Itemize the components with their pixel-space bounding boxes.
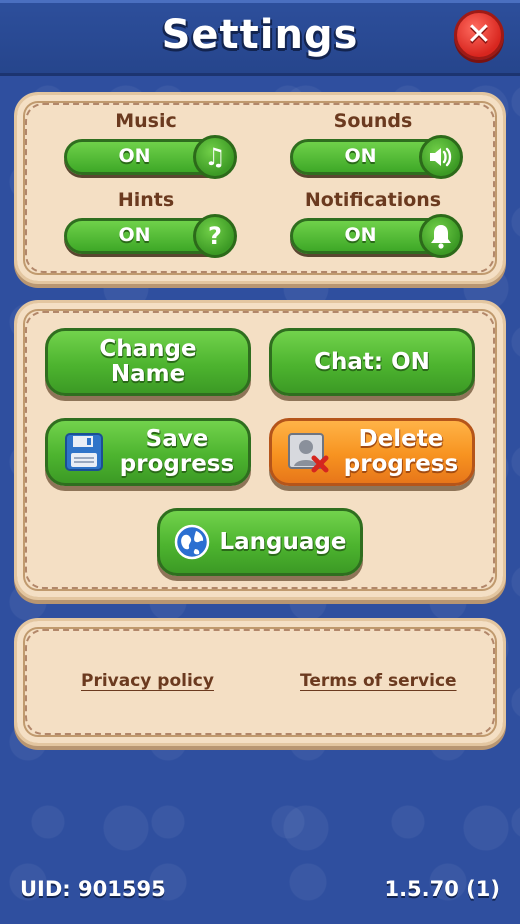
- delete-user-icon: [286, 430, 330, 474]
- change-name-label-line1: Change: [99, 336, 197, 362]
- save-label-line1: Save: [145, 426, 209, 452]
- change-name-button[interactable]: Change Name: [45, 328, 251, 396]
- version-label: 1.5.70 (1): [384, 877, 500, 901]
- change-name-label-line2: Name: [110, 361, 186, 387]
- notifications-toggle-state: ON: [344, 224, 377, 246]
- music-note-icon: ♫: [193, 135, 237, 179]
- bell-icon: [419, 214, 463, 258]
- question-mark-icon: ?: [193, 214, 237, 258]
- sounds-toggle-state: ON: [344, 145, 377, 167]
- header-bar: Settings ✕: [0, 0, 520, 76]
- notifications-toggle[interactable]: ON: [290, 214, 463, 258]
- globe-icon: [174, 524, 210, 560]
- chat-toggle-button[interactable]: Chat: ON: [269, 328, 475, 396]
- save-progress-button[interactable]: Save progress: [45, 418, 251, 486]
- music-toggle[interactable]: ON ♫: [64, 135, 237, 179]
- save-icon: [62, 430, 106, 474]
- toggle-label-music: Music: [115, 110, 177, 132]
- uid-label: UID: 901595: [20, 877, 166, 901]
- delete-label-line2: progress: [343, 451, 459, 477]
- save-label-line2: progress: [119, 451, 235, 477]
- close-button[interactable]: ✕: [454, 10, 504, 60]
- hints-toggle-state: ON: [118, 224, 151, 246]
- hints-toggle[interactable]: ON ?: [64, 214, 237, 258]
- language-button[interactable]: Language: [157, 508, 363, 576]
- terms-of-service-link[interactable]: Terms of service: [300, 671, 457, 691]
- delete-label-line1: Delete: [358, 426, 444, 452]
- toggle-label-sounds: Sounds: [333, 110, 413, 132]
- speaker-icon: [419, 135, 463, 179]
- toggle-label-hints: Hints: [117, 189, 175, 211]
- delete-progress-button[interactable]: Delete progress: [269, 418, 475, 486]
- language-label: Language: [219, 528, 347, 555]
- chat-label: Chat: ON: [314, 348, 430, 375]
- sounds-toggle[interactable]: ON: [290, 135, 463, 179]
- toggle-label-notifications: Notifications: [304, 189, 442, 211]
- music-toggle-state: ON: [118, 145, 151, 167]
- close-icon: ✕: [466, 17, 492, 52]
- page-title: Settings: [161, 12, 359, 58]
- privacy-policy-link[interactable]: Privacy policy: [81, 671, 214, 691]
